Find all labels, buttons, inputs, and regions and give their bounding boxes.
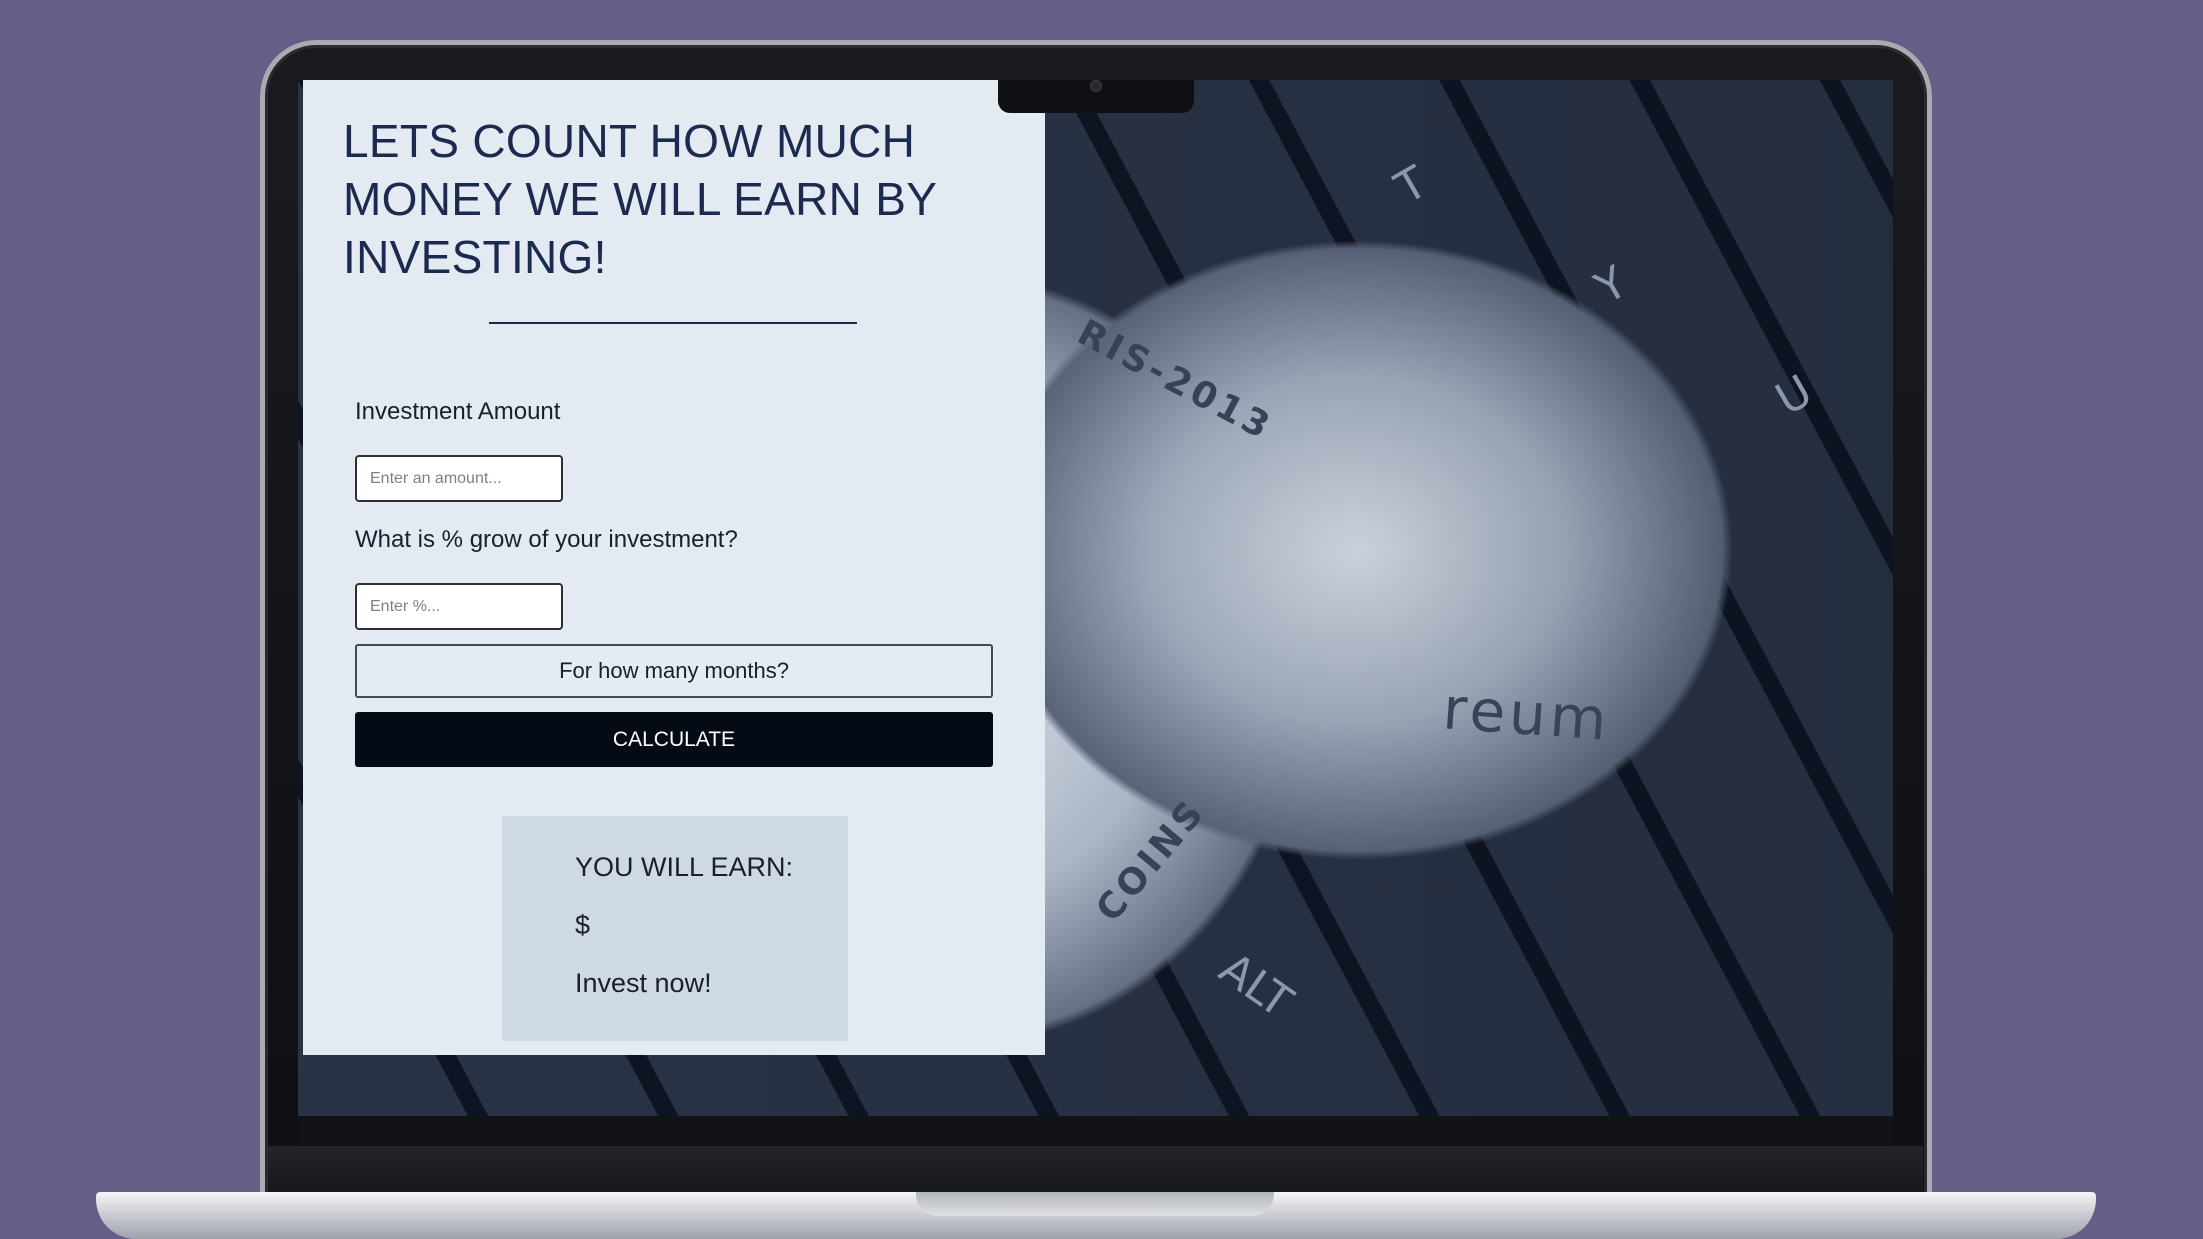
calculator-panel: LETS COUNT HOW MUCH MONEY WE WILL EARN B… <box>303 80 1045 1055</box>
calculate-button-label: CALCULATE <box>612 727 736 751</box>
growth-percent-label: What is % grow of your investment? <box>355 526 738 553</box>
title-divider <box>489 322 857 324</box>
result-heading: YOU WILL EARN: <box>575 852 794 882</box>
camera-notch <box>998 80 1194 113</box>
ethereum-coin-text: reum <box>1440 674 1613 754</box>
result-card: YOU WILL EARN: $ Invest now! <box>502 816 848 1041</box>
investment-amount-input[interactable] <box>355 455 563 502</box>
screen-bezel-bottom <box>298 1116 1893 1146</box>
result-amount: $ <box>575 910 591 940</box>
months-select-label: For how many months? <box>559 658 789 683</box>
months-select-button[interactable]: For how many months? <box>355 644 993 698</box>
invest-now-link[interactable]: Invest now! <box>575 968 712 999</box>
investment-amount-label: Investment Amount <box>355 398 561 425</box>
laptop-screen: F G T Y U ALT reum RIS-2013 COINS LETS C… <box>298 80 1893 1116</box>
camera-icon <box>1090 80 1102 92</box>
laptop-base-notch <box>916 1192 1274 1216</box>
page-title: LETS COUNT HOW MUCH MONEY WE WILL EARN B… <box>343 115 937 283</box>
calculate-button[interactable]: CALCULATE <box>355 712 993 767</box>
laptop-hinge <box>268 1146 1923 1192</box>
growth-percent-input[interactable] <box>355 583 563 630</box>
